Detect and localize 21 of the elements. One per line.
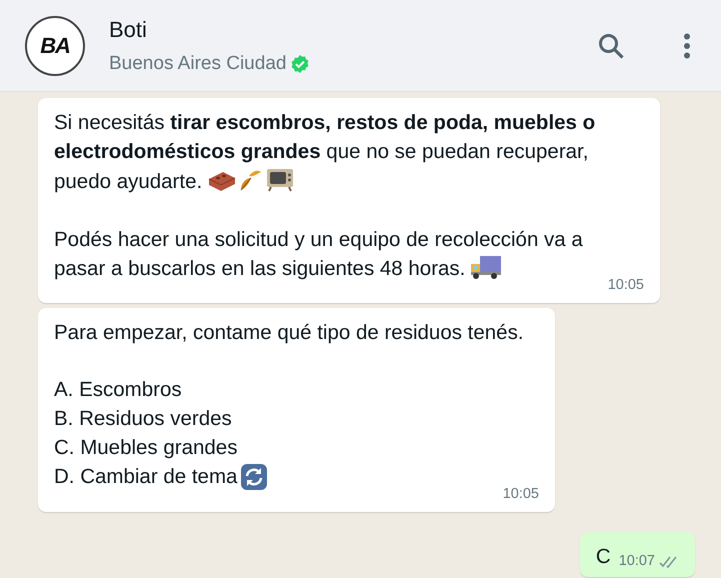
option-text: D. Cambiar de tema — [54, 464, 238, 490]
television-icon — [266, 166, 294, 192]
refresh-icon — [240, 463, 268, 492]
logo-text: BA — [40, 32, 70, 60]
search-icon[interactable] — [597, 32, 625, 60]
contact-subtitle: Buenos Aires Ciudad — [109, 52, 286, 76]
menu-icon[interactable] — [683, 32, 691, 58]
message-text: Si necesitás tirar escombros, restos de poda, muebles o electrodomésticos grandes que no se puedan recuperar, puedo ayudarte. — [54, 110, 596, 195]
message-time: 10:07 — [618, 552, 655, 571]
truck-icon — [470, 254, 502, 280]
message-text: Para empezar, contame qué tipo de residuos tenés. — [54, 320, 525, 346]
message-text: Podés hacer una solicitud y un equipo de recolección va a pasar a buscarlos en las siguientes 48 horas. — [54, 227, 584, 282]
message-text: C — [596, 544, 611, 570]
message-time: 10:05 — [608, 276, 644, 295]
contact-name: Boti — [109, 16, 148, 44]
option-text: A. Escombros — [54, 376, 182, 403]
avatar[interactable]: BA — [25, 16, 85, 76]
option-text: B. Residuos verdes — [54, 406, 232, 432]
brick-icon — [207, 170, 238, 192]
option-text: C. Muebles grandes — [54, 434, 238, 461]
message-time: 10:05 — [502, 484, 539, 504]
